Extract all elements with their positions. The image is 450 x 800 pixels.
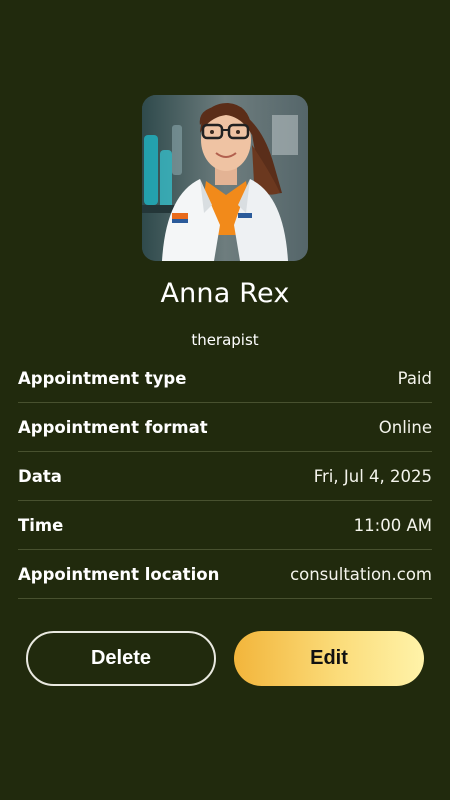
doctor-name: Anna Rex xyxy=(160,278,290,309)
edit-button[interactable]: Edit xyxy=(234,631,424,686)
detail-label: Time xyxy=(18,515,64,535)
detail-value: Paid xyxy=(397,368,432,388)
detail-value: Fri, Jul 4, 2025 xyxy=(313,466,432,486)
avatar xyxy=(142,95,308,261)
detail-row-date: Data Fri, Jul 4, 2025 xyxy=(18,452,432,501)
detail-value: 11:00 AM xyxy=(353,515,432,535)
detail-value: Online xyxy=(378,417,432,437)
doctor-role: therapist xyxy=(191,331,259,349)
detail-row-appointment-format: Appointment format Online xyxy=(18,403,432,452)
detail-label: Appointment format xyxy=(18,417,208,437)
appointment-details-screen: Anna Rex therapist Appointment type Paid… xyxy=(0,0,450,800)
detail-value: consultation.com xyxy=(290,564,432,584)
detail-row-appointment-location: Appointment location consultation.com xyxy=(18,550,432,599)
detail-label: Appointment type xyxy=(18,368,187,388)
detail-label: Appointment location xyxy=(18,564,220,584)
delete-button[interactable]: Delete xyxy=(26,631,216,686)
doctor-portrait-image xyxy=(142,95,308,261)
appointment-details-list: Appointment type Paid Appointment format… xyxy=(18,354,432,599)
detail-label: Data xyxy=(18,466,62,486)
detail-row-time: Time 11:00 AM xyxy=(18,501,432,550)
detail-row-appointment-type: Appointment type Paid xyxy=(18,354,432,403)
